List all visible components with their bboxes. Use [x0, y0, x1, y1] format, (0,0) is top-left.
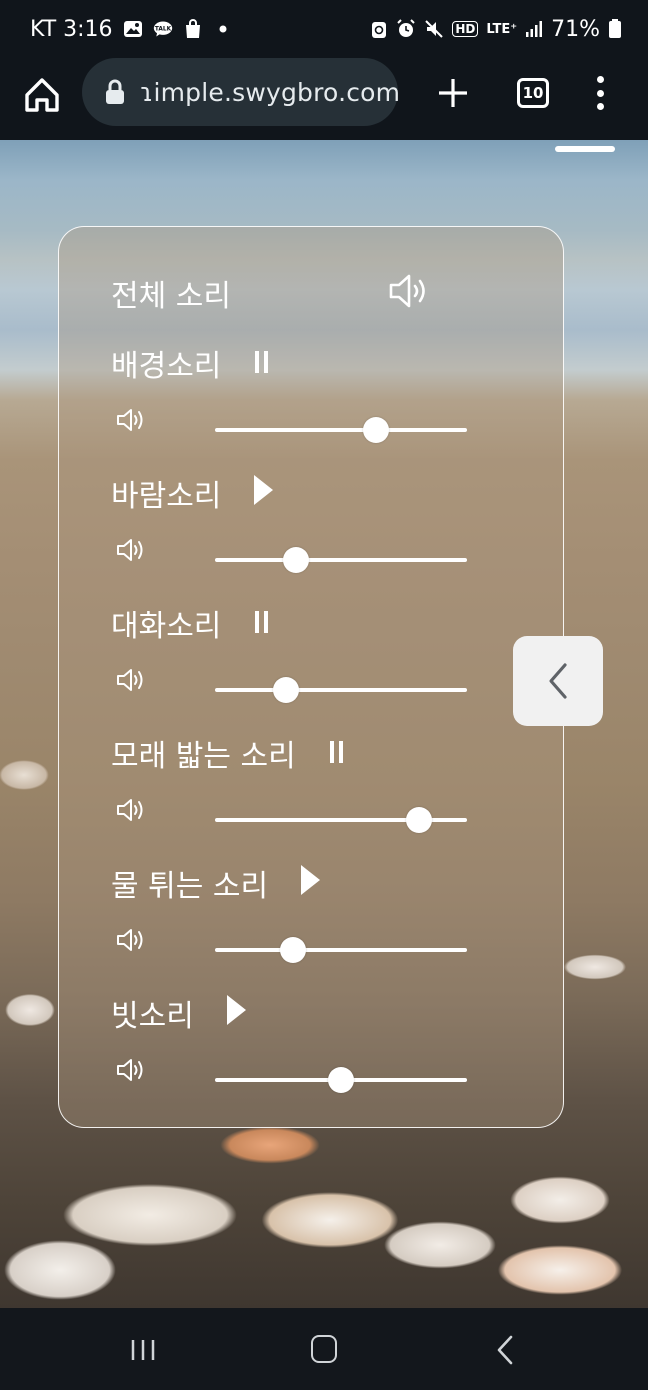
browser-toolbar: ɿimple.swygbro.com 10 [0, 58, 648, 140]
back-icon [497, 1335, 513, 1365]
volume-slider[interactable] [215, 677, 467, 705]
recycle-icon [372, 22, 387, 38]
dot-icon [213, 19, 233, 39]
menu-dot-icon [596, 103, 604, 110]
sound-track-row: 배경소리 [59, 341, 563, 471]
slider-thumb[interactable] [363, 417, 390, 443]
volume-icon [115, 405, 147, 435]
battery-icon [609, 19, 621, 38]
sound-track-label: 모래 밟는 소리 [111, 739, 296, 774]
slider-track [215, 428, 467, 432]
volume-slider[interactable] [215, 1067, 467, 1095]
play-button[interactable] [224, 993, 246, 1027]
home-icon [25, 78, 59, 112]
volume-slider[interactable] [215, 937, 467, 965]
slider-track [215, 558, 467, 562]
menu-dot-icon [596, 89, 604, 97]
master-volume-icon[interactable] [387, 271, 431, 311]
play-icon [254, 475, 273, 505]
slider-track [215, 688, 467, 692]
pause-button[interactable] [251, 347, 273, 377]
play-button[interactable] [298, 863, 320, 897]
pause-icon [330, 741, 343, 763]
sound-track-label: 물 튀는 소리 [111, 869, 269, 904]
battery-percent: 71% [551, 16, 600, 42]
volume-slider[interactable] [215, 807, 467, 835]
slider-thumb[interactable] [282, 547, 309, 573]
home-button[interactable] [22, 75, 62, 115]
slider-thumb[interactable] [406, 807, 433, 833]
talk-icon: TALK [153, 19, 173, 39]
volume-icon [115, 925, 147, 955]
new-tab-button[interactable] [436, 72, 470, 112]
status-left: KT 3:16 TALK [30, 17, 233, 42]
collapse-panel-button[interactable] [513, 636, 603, 726]
status-right: HD LTE⁺ 71% [370, 17, 622, 42]
tab-switcher-button[interactable]: 10 [517, 78, 549, 108]
hd-badge: HD [452, 21, 479, 37]
volume-icon [115, 795, 147, 825]
url-text: ɿimple.swygbro.com [140, 77, 398, 107]
address-bar[interactable]: ɿimple.swygbro.com [82, 58, 398, 126]
sound-track-row: 대화소리 [59, 601, 563, 731]
sound-track-row: 물 튀는 소리 [59, 861, 563, 991]
signal-icon [526, 21, 543, 37]
lock-icon [106, 79, 124, 104]
slider-track [215, 948, 467, 952]
master-sound-label: 전체 소리 [111, 279, 231, 314]
status-bar: KT 3:16 TALK HD LTE⁺ 71% [0, 0, 648, 58]
carrier-time: KT 3:16 [30, 16, 113, 42]
sound-panel: 전체 소리 배경소리바람소리대화소리모래 밟는 소리물 튀는 소리빗소리 [58, 226, 564, 1128]
plus-icon [439, 79, 467, 107]
slider-thumb[interactable] [328, 1067, 354, 1093]
play-icon [227, 995, 246, 1025]
recent-apps-icon [131, 1340, 155, 1360]
volume-slider[interactable] [215, 547, 467, 575]
beach-background: 전체 소리 배경소리바람소리대화소리모래 밟는 소리물 튀는 소리빗소리 [0, 140, 648, 1308]
tab-count: 10 [522, 84, 544, 102]
sound-track-row: 빗소리 [59, 991, 563, 1121]
nav-home-button[interactable] [311, 1335, 337, 1363]
pause-icon [255, 351, 268, 373]
sound-track-row: 바람소리 [59, 471, 563, 601]
talk-badge-text: TALK [154, 27, 171, 33]
chevron-left-icon [549, 663, 567, 699]
slider-thumb[interactable] [272, 677, 299, 703]
nav-back-button[interactable] [494, 1334, 516, 1366]
sound-track-label: 대화소리 [111, 609, 222, 644]
mute-icon [425, 20, 444, 38]
sound-track-label: 배경소리 [111, 349, 222, 384]
menu-dot-icon [596, 76, 604, 83]
gallery-icon [123, 19, 143, 39]
android-nav-bar [0, 1308, 648, 1390]
volume-icon [115, 665, 147, 695]
pause-button[interactable] [251, 607, 273, 637]
sound-track-label: 빗소리 [111, 999, 194, 1034]
sound-track-label: 바람소리 [111, 479, 222, 514]
sound-track-row: 모래 밟는 소리 [59, 731, 563, 861]
play-icon [301, 865, 320, 895]
volume-slider[interactable] [215, 417, 467, 445]
volume-icon [115, 535, 147, 565]
more-menu-button[interactable] [594, 76, 606, 110]
shopping-bag-icon [183, 19, 203, 39]
pause-icon [255, 611, 268, 633]
network-type: LTE⁺ [486, 21, 518, 37]
scroll-indicator [555, 146, 615, 152]
play-button[interactable] [251, 473, 273, 507]
recent-apps-button[interactable] [130, 1338, 156, 1362]
pause-button[interactable] [326, 737, 348, 767]
volume-icon [115, 1055, 147, 1085]
alarm-icon [397, 19, 416, 37]
slider-thumb[interactable] [280, 937, 307, 963]
